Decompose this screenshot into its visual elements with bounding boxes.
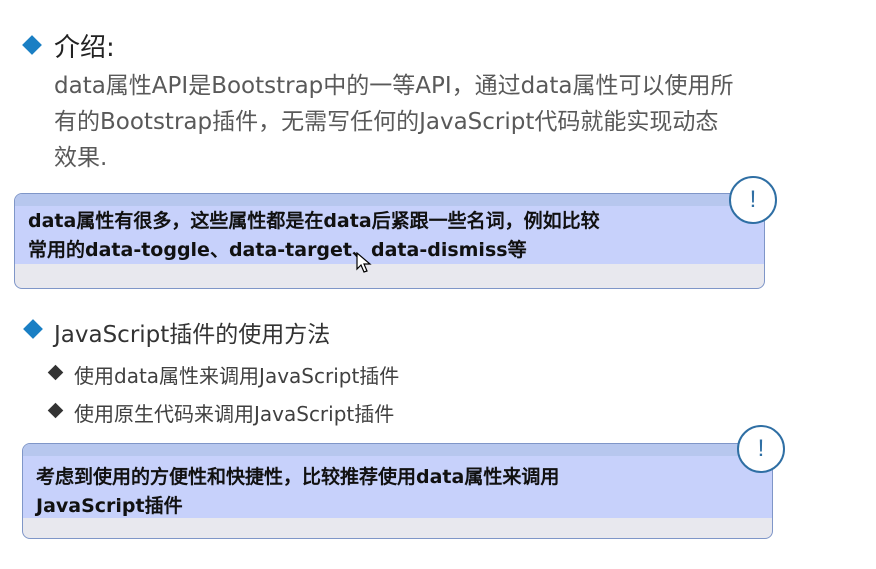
list-item: 使用data属性来调用JavaScript插件: [74, 364, 400, 388]
intro-line: 效果.: [54, 145, 108, 171]
note-line: 考虑到使用的方便性和快捷性，比较推荐使用data属性来调用: [36, 466, 560, 488]
note-header-strip: [15, 194, 764, 206]
intro-line: 有的Bootstrap插件，无需写任何的JavaScript代码就能实现动态: [54, 109, 719, 135]
list-item: 使用原生代码来调用JavaScript插件: [74, 402, 395, 426]
exclamation-icon: !: [737, 425, 785, 473]
note-box-recommendation: 考虑到使用的方便性和快捷性，比较推荐使用data属性来调用 JavaScript…: [22, 443, 773, 539]
usage-heading: JavaScript插件的使用方法: [54, 322, 331, 348]
exclamation-icon: !: [729, 176, 777, 224]
diamond-bullet-icon: [47, 364, 64, 381]
intro-paragraph: data属性API是Bootstrap中的一等API，通过data属性可以使用所…: [54, 68, 733, 176]
intro-heading: 介绍:: [54, 33, 115, 63]
diamond-bullet-icon: [47, 402, 64, 419]
note-header-strip: [23, 444, 772, 456]
diamond-bullet-icon: [23, 319, 43, 339]
diamond-bullet-icon: [22, 35, 42, 55]
note-line: 常用的data-toggle、data-target、data-dismiss等: [28, 239, 527, 261]
note-box-data-attributes: data属性有很多，这些属性都是在data后紧跟一些名词，例如比较 常用的dat…: [14, 193, 765, 289]
intro-line: data属性API是Bootstrap中的一等API，通过data属性可以使用所: [54, 73, 734, 99]
note-line: data属性有很多，这些属性都是在data后紧跟一些名词，例如比较: [28, 210, 600, 232]
note-line: JavaScript插件: [36, 495, 183, 517]
